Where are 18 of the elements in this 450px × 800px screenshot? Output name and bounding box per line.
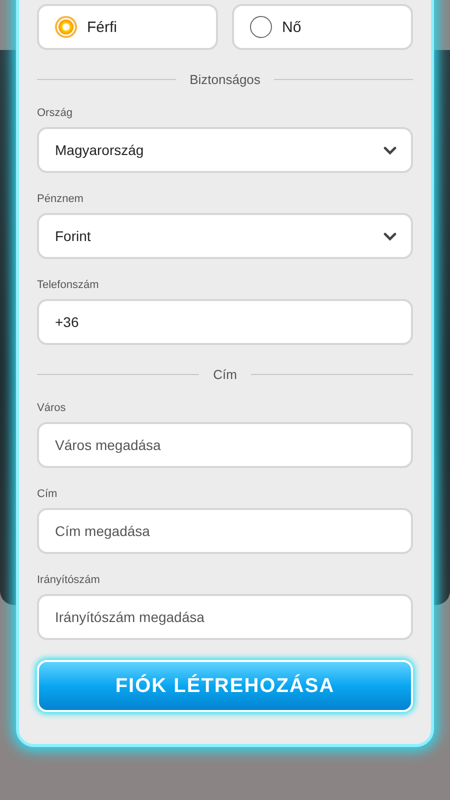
field-label: Város — [37, 402, 66, 414]
input-field[interactable]: Irányítószám megadása — [37, 594, 413, 640]
input-field[interactable]: Cím megadása — [37, 508, 413, 554]
input-field[interactable]: +36 — [37, 299, 413, 345]
gender-option[interactable]: Férfi — [37, 4, 218, 50]
section-title: Biztonságos — [190, 72, 260, 87]
field-label: Pénznem — [37, 193, 84, 205]
field-label: Ország — [37, 107, 72, 119]
field-label: Cím — [37, 488, 58, 500]
gender-option[interactable]: Nő — [232, 4, 413, 50]
chevron-down-icon — [383, 232, 397, 240]
select-field[interactable]: Magyarország — [37, 127, 413, 173]
field-label: Telefonszám — [37, 279, 99, 291]
input-field[interactable]: Város megadása — [37, 422, 413, 468]
section-title: Cím — [213, 367, 237, 382]
chevron-down-icon — [383, 146, 397, 154]
field-label: Irányítószám — [37, 574, 100, 586]
select-field[interactable]: Forint — [37, 213, 413, 259]
